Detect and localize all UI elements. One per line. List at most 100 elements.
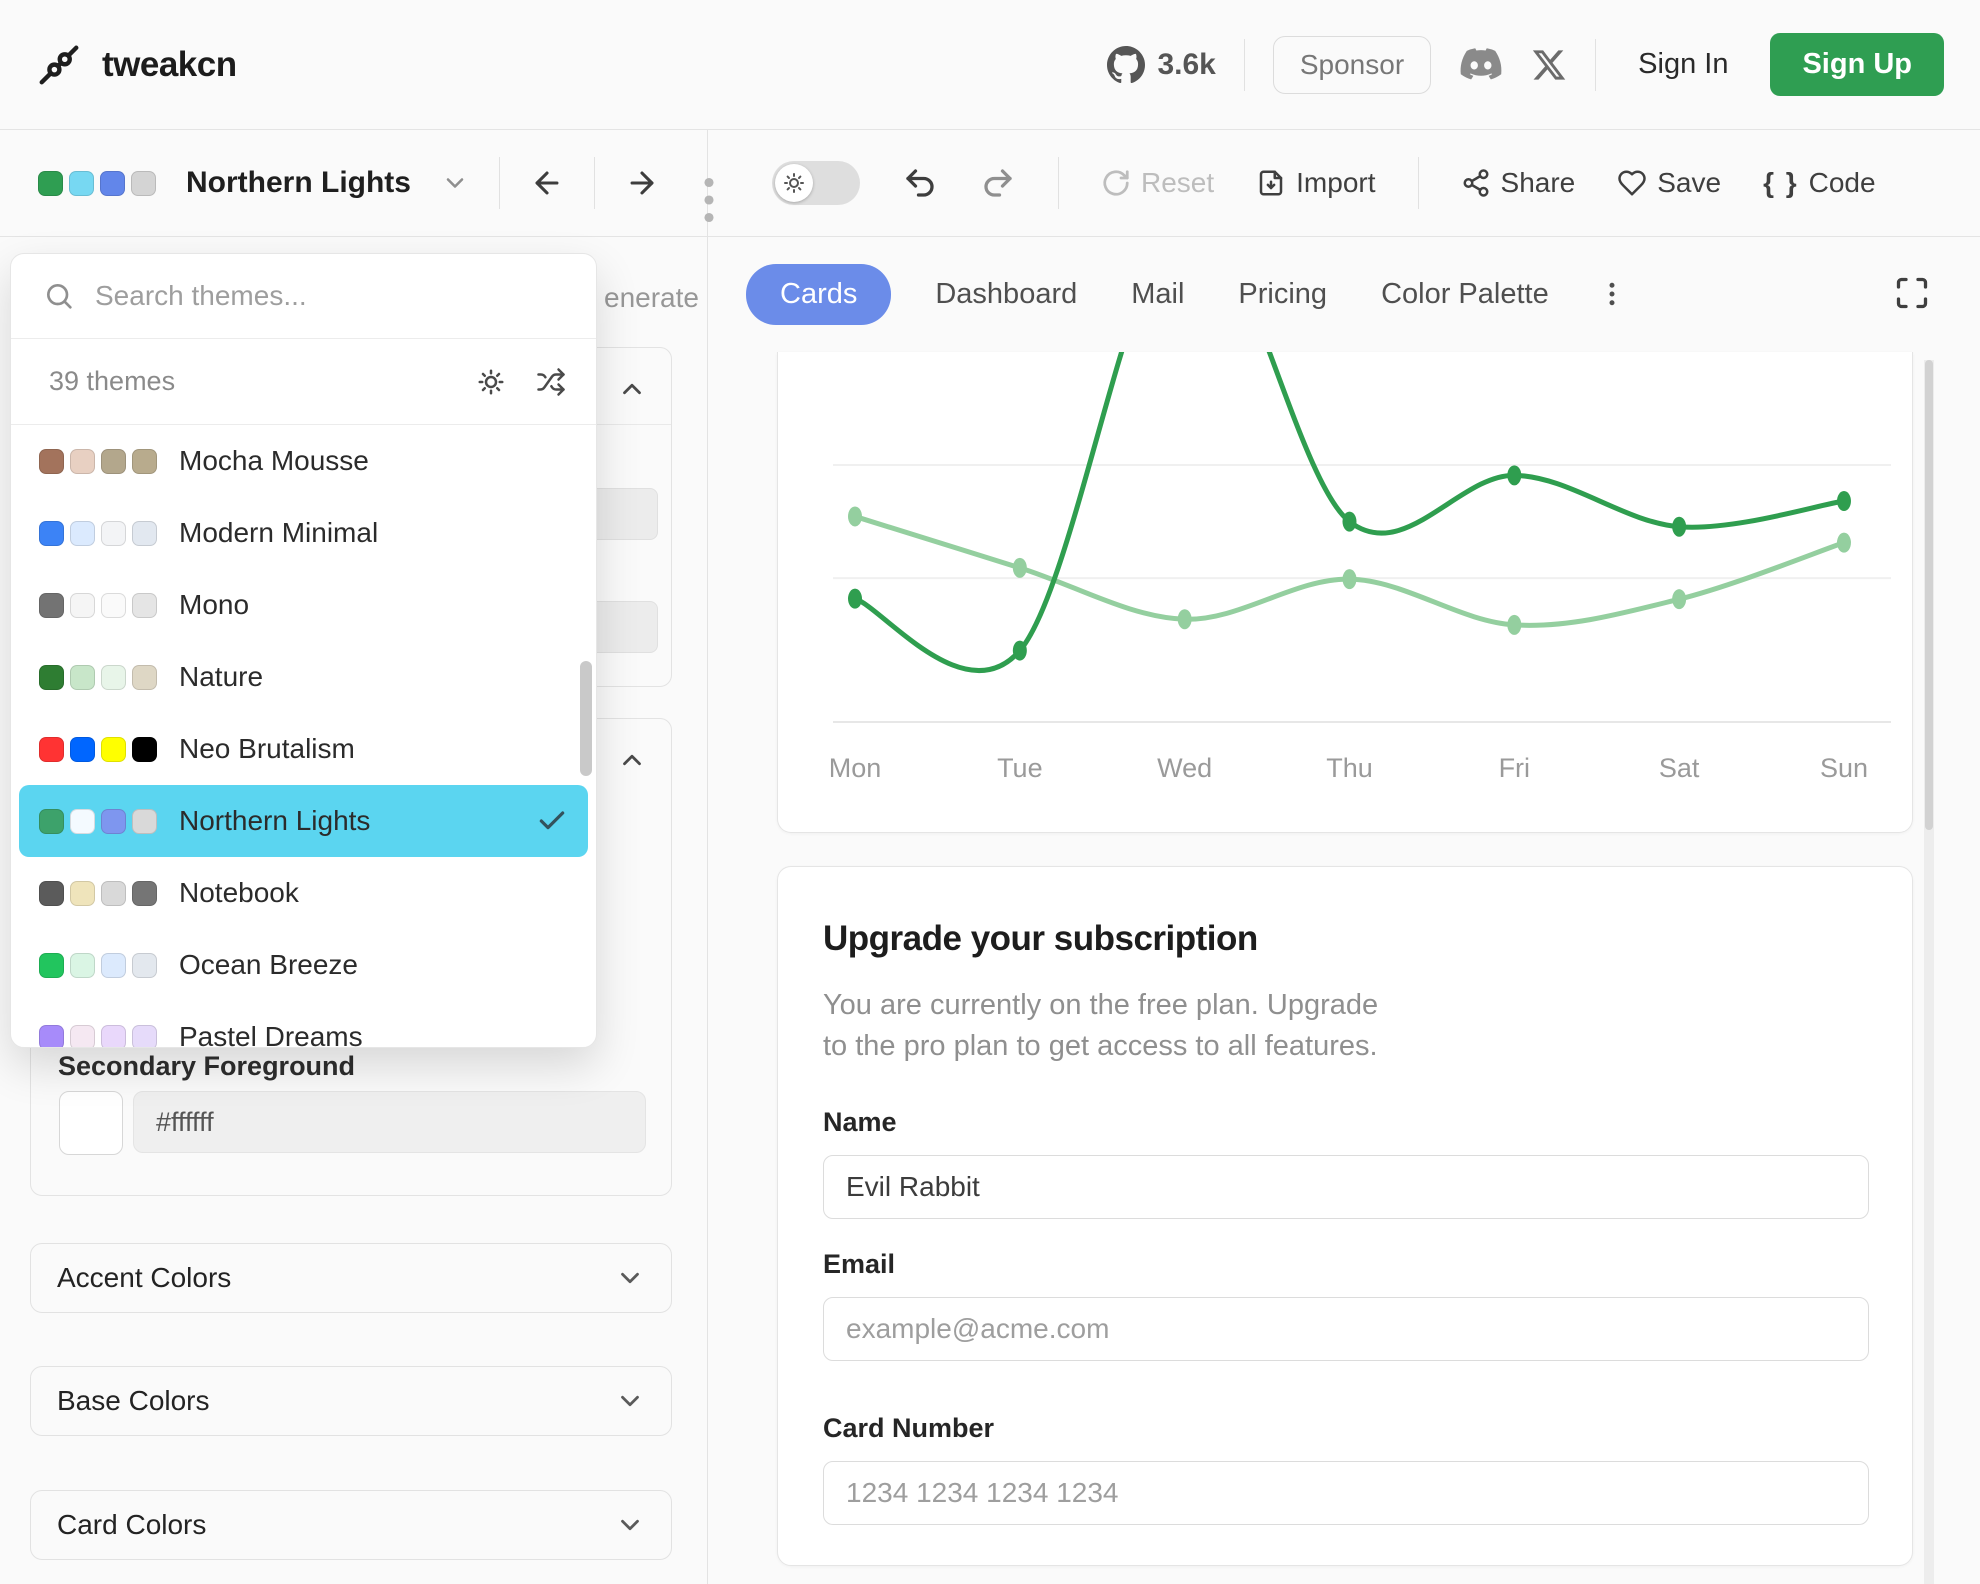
base-colors-section[interactable]: Base Colors	[30, 1366, 672, 1436]
brand[interactable]: tweakcn	[36, 42, 237, 88]
tab-dashboard[interactable]: Dashboard	[925, 264, 1087, 325]
swatch	[39, 521, 64, 546]
swatch	[132, 953, 157, 978]
weekly-activity-chart: MonTueWedThuFriSatSun	[778, 352, 1912, 831]
divider	[1418, 157, 1419, 209]
theme-option-label: Mocha Mousse	[179, 445, 369, 477]
undo-button[interactable]	[902, 165, 938, 201]
random-theme-shuffle-icon[interactable]	[536, 367, 566, 397]
swatch	[70, 1025, 95, 1049]
theme-search-input[interactable]	[93, 253, 596, 339]
theme-forward-button[interactable]	[625, 166, 659, 200]
brand-name: tweakcn	[102, 45, 237, 85]
swatch	[39, 809, 64, 834]
divider	[1058, 157, 1059, 209]
swatch	[101, 665, 126, 690]
light-mode-filter-icon[interactable]	[476, 367, 506, 397]
share-label: Share	[1501, 167, 1576, 199]
x-twitter-icon[interactable]	[1531, 47, 1567, 83]
swatch	[39, 665, 64, 690]
github-stars-link[interactable]: 3.6k	[1107, 46, 1215, 84]
tab-pricing[interactable]: Pricing	[1228, 264, 1337, 325]
theme-option-label: Modern Minimal	[179, 517, 378, 549]
secondary-foreground-label: Secondary Foreground	[58, 1051, 355, 1082]
redo-button[interactable]	[980, 165, 1016, 201]
tab-color-palette[interactable]: Color Palette	[1371, 264, 1559, 325]
import-label: Import	[1296, 167, 1375, 199]
theme-option-northern-lights-selected[interactable]: Northern Lights	[19, 785, 588, 857]
theme-search-row	[11, 254, 596, 339]
discord-icon[interactable]	[1459, 48, 1503, 82]
theme-option-notebook[interactable]: Notebook	[19, 857, 588, 929]
upgrade-subscription-card: Upgrade your subscription You are curren…	[777, 866, 1913, 1566]
weekly-activity-chart-card: MonTueWedThuFriSatSun	[777, 352, 1913, 833]
sign-up-button[interactable]: Sign Up	[1770, 33, 1944, 96]
theme-list: Mocha Mousse Modern Minimal Mono Nature …	[11, 425, 596, 1048]
secondary-foreground-hex-input[interactable]	[133, 1091, 646, 1153]
swatch	[101, 449, 126, 474]
fullscreen-icon[interactable]	[1888, 274, 1936, 312]
name-input[interactable]	[823, 1155, 1869, 1219]
import-button[interactable]: Import	[1256, 167, 1375, 199]
section-label: Base Colors	[57, 1385, 210, 1417]
theme-option-mocha-mousse[interactable]: Mocha Mousse	[19, 425, 588, 497]
generate-button-fragment[interactable]: enerate	[604, 282, 699, 314]
section-label: Card Colors	[57, 1509, 206, 1541]
swatch	[101, 593, 126, 618]
save-button[interactable]: Save	[1617, 167, 1721, 199]
theme-swatch	[69, 171, 94, 196]
theme-option-pastel-dreams[interactable]: Pastel Dreams	[19, 1001, 588, 1048]
theme-back-button[interactable]	[530, 166, 564, 200]
swatch	[132, 449, 157, 474]
tab-cards[interactable]: Cards	[746, 264, 891, 325]
theme-option-nature[interactable]: Nature	[19, 641, 588, 713]
swatch	[39, 881, 64, 906]
swatch	[132, 521, 157, 546]
accent-colors-section[interactable]: Accent Colors	[30, 1243, 672, 1313]
preview-scrollbar-thumb[interactable]	[1925, 360, 1933, 830]
divider	[1244, 39, 1245, 91]
sponsor-button[interactable]: Sponsor	[1273, 36, 1431, 94]
light-dark-toggle[interactable]	[772, 161, 860, 205]
theme-swatch	[38, 171, 63, 196]
tab-mail[interactable]: Mail	[1121, 264, 1194, 325]
theme-option-modern-minimal[interactable]: Modern Minimal	[19, 497, 588, 569]
swatch	[39, 1025, 64, 1049]
divider	[1595, 39, 1596, 91]
theme-select-value[interactable]: Northern Lights	[186, 166, 411, 200]
card-number-input[interactable]	[823, 1461, 1869, 1525]
share-icon	[1461, 168, 1491, 198]
reset-button[interactable]: Reset	[1101, 167, 1214, 199]
swatch	[101, 521, 126, 546]
color-swatch-picker[interactable]	[59, 1091, 123, 1155]
code-button[interactable]: { } Code	[1763, 167, 1876, 199]
swatch	[39, 593, 64, 618]
swatch	[101, 1025, 126, 1049]
chevron-up-icon[interactable]	[617, 374, 647, 404]
github-star-count: 3.6k	[1157, 48, 1215, 82]
more-tabs-icon[interactable]	[1593, 279, 1631, 309]
theme-option-label: Pastel Dreams	[179, 1021, 363, 1048]
share-button[interactable]: Share	[1461, 167, 1576, 199]
heart-icon	[1617, 168, 1647, 198]
svg-text:Sun: Sun	[1820, 753, 1868, 783]
current-theme-swatches[interactable]	[38, 171, 156, 196]
swatch	[132, 809, 157, 834]
svg-text:Thu: Thu	[1326, 753, 1373, 783]
sign-in-button[interactable]: Sign In	[1624, 48, 1742, 81]
chevron-up-icon[interactable]	[617, 745, 647, 775]
swatch	[39, 449, 64, 474]
swatch	[101, 881, 126, 906]
chevron-down-icon[interactable]	[441, 169, 469, 197]
card-colors-section[interactable]: Card Colors	[30, 1490, 672, 1560]
reset-icon	[1101, 168, 1131, 198]
grip-handle-icon[interactable]	[702, 172, 716, 228]
theme-option-ocean-breeze[interactable]: Ocean Breeze	[19, 929, 588, 1001]
dropdown-scrollbar-thumb[interactable]	[580, 661, 592, 776]
theme-option-neo-brutalism[interactable]: Neo Brutalism	[19, 713, 588, 785]
theme-option-mono[interactable]: Mono	[19, 569, 588, 641]
chevron-down-icon	[615, 1510, 645, 1540]
code-label: Code	[1809, 167, 1876, 199]
email-input[interactable]	[823, 1297, 1869, 1361]
card-number-label: Card Number	[823, 1413, 994, 1444]
